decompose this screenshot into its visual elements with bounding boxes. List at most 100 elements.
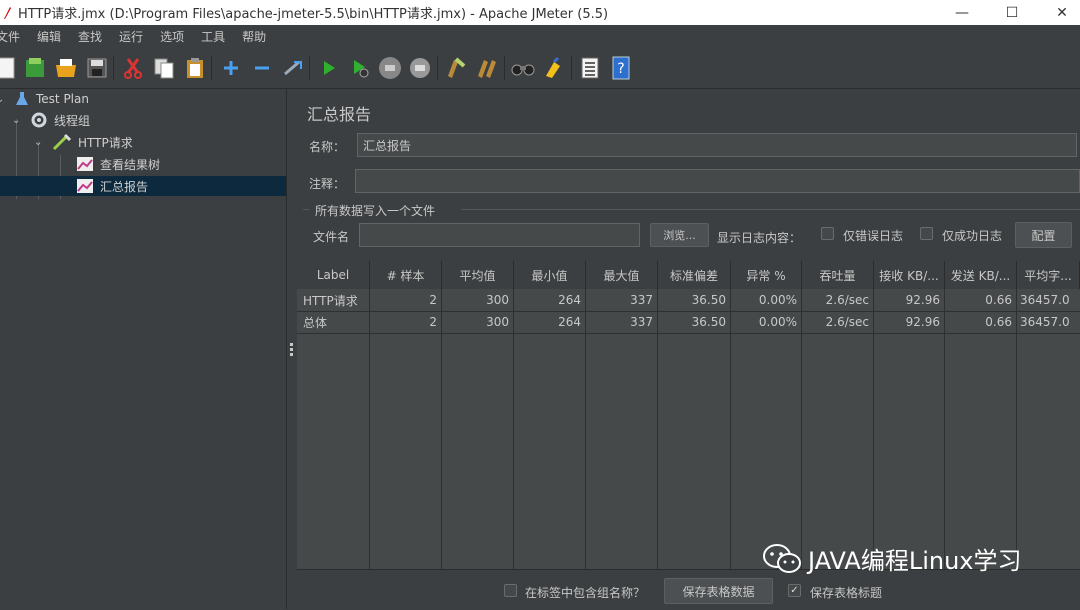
title-bar: HTTP请求.jmx (D:\Program Files\apache-jmet… <box>0 0 1080 25</box>
minimize-button[interactable]: — <box>939 0 985 25</box>
clear-icon[interactable] <box>444 56 468 80</box>
column-header-label[interactable]: Label <box>297 261 370 289</box>
gear-icon <box>31 112 47 128</box>
watermark: JAVA编程Linux学习 <box>762 541 1022 576</box>
paste-icon[interactable] <box>183 56 207 80</box>
divider-grip-dot <box>290 353 293 356</box>
log-content-label: 显示日志内容： <box>717 231 802 245</box>
browse-button[interactable]: 浏览... <box>650 223 709 247</box>
table-cell: 36.50 <box>691 315 726 329</box>
comment-field[interactable] <box>355 169 1080 193</box>
column-header-error-pct[interactable]: 异常 % <box>731 261 802 289</box>
check-icon: ✓ <box>790 585 799 596</box>
menu-tools[interactable]: 工具 <box>201 28 225 45</box>
comment-label: 注释： <box>309 177 346 191</box>
graph-icon <box>77 179 93 193</box>
save-table-header-label: 保存表格标题 <box>810 586 883 600</box>
panel-title: 汇总报告 <box>307 105 372 124</box>
tree-item-label: Test Plan <box>36 92 89 106</box>
new-icon[interactable] <box>0 56 18 80</box>
stop-icon[interactable] <box>378 56 402 80</box>
configure-button[interactable]: 配置 <box>1015 222 1072 248</box>
menu-search[interactable]: 查找 <box>78 28 102 45</box>
table-cell: 264 <box>558 293 581 307</box>
save-table-data-button[interactable]: 保存表格数据 <box>664 578 773 604</box>
table-cell: 0.00% <box>758 293 797 307</box>
menu-help[interactable]: 帮助 <box>242 28 266 45</box>
templates-icon[interactable] <box>23 56 47 80</box>
results-table: Label # 样本 平均值 最小值 最大值 标准偏差 异常 % 吞吐量 接收 … <box>297 261 1080 569</box>
table-cell: 264 <box>558 315 581 329</box>
column-header-avg-bytes[interactable]: 平均字... <box>1017 261 1080 289</box>
tree-item-test-plan[interactable]: ⌄ Test Plan <box>0 89 89 109</box>
open-icon[interactable] <box>54 56 78 80</box>
save-table-header-checkbox[interactable]: ✓ <box>788 584 801 597</box>
start-icon[interactable] <box>317 56 341 80</box>
menu-bar: 文件 编辑 查找 运行 选项 工具 帮助 <box>0 25 1080 49</box>
shutdown-icon[interactable] <box>408 56 432 80</box>
column-header-samples[interactable]: # 样本 <box>370 261 442 289</box>
menu-edit[interactable]: 编辑 <box>37 28 61 45</box>
svg-text:?: ? <box>617 61 624 77</box>
name-label: 名称： <box>309 140 346 154</box>
function-helper-icon[interactable] <box>578 56 602 80</box>
table-cell: 总体 <box>303 315 328 330</box>
search-icon[interactable] <box>511 56 535 80</box>
expand-icon[interactable] <box>219 56 243 80</box>
column-header-min[interactable]: 最小值 <box>514 261 586 289</box>
clear-all-icon[interactable] <box>475 56 499 80</box>
menu-file[interactable]: 文件 <box>0 28 20 45</box>
filename-label: 文件名 <box>313 230 350 244</box>
include-group-name-label: 在标签中包含组名称？ <box>525 586 646 600</box>
table-cell: 36.50 <box>691 293 726 307</box>
toggle-icon[interactable] <box>281 56 305 80</box>
test-plan-tree: ⌄ Test Plan ⌄ 线程组 ⌄ HTTP请求 查看结果树 汇总报告 <box>0 89 286 609</box>
flask-icon <box>16 92 28 105</box>
tree-item-summary-report[interactable]: 汇总报告 <box>0 176 286 196</box>
copy-icon[interactable] <box>152 56 176 80</box>
tree-item-label: 汇总报告 <box>100 179 149 194</box>
column-header-average[interactable]: 平均值 <box>442 261 514 289</box>
table-cell: 0.00% <box>758 315 797 329</box>
summary-report-panel: 汇总报告 名称： 汇总报告 注释： 所有数据写入一个文件 文件名 浏览... 显… <box>297 89 1080 610</box>
menu-run[interactable]: 运行 <box>119 28 143 45</box>
reset-search-icon[interactable] <box>542 56 566 80</box>
table-cell: 92.96 <box>905 315 940 329</box>
tree-item-http-request[interactable]: ⌄ HTTP请求 <box>34 132 133 152</box>
divider-grip-dot <box>290 343 293 346</box>
column-header-sent-kb[interactable]: 发送 KB/... <box>945 261 1017 289</box>
filename-field[interactable] <box>359 223 640 247</box>
tree-item-label: HTTP请求 <box>78 135 133 150</box>
column-header-max[interactable]: 最大值 <box>586 261 658 289</box>
column-header-std-dev[interactable]: 标准偏差 <box>658 261 731 289</box>
errors-only-checkbox[interactable] <box>821 227 834 240</box>
table-cell: 300 <box>486 315 509 329</box>
errors-only-label: 仅错误日志 <box>843 229 904 243</box>
table-cell: 36457.0 <box>1020 293 1070 307</box>
cut-icon[interactable] <box>121 56 145 80</box>
save-icon[interactable] <box>85 56 109 80</box>
chevron-down-icon[interactable]: ⌄ <box>12 115 24 126</box>
table-cell: 2 <box>429 293 437 307</box>
tree-item-label: 查看结果树 <box>100 157 161 172</box>
table-cell: 2.6/sec <box>825 293 869 307</box>
table-cell: 92.96 <box>905 293 940 307</box>
name-field[interactable]: 汇总报告 <box>357 133 1077 157</box>
close-button[interactable]: ✕ <box>1039 0 1080 25</box>
menu-options[interactable]: 选项 <box>160 28 184 45</box>
help-icon[interactable]: ? <box>609 56 633 80</box>
success-only-label: 仅成功日志 <box>942 229 1003 243</box>
table-cell: 0.66 <box>985 315 1012 329</box>
include-group-name-checkbox[interactable] <box>504 584 517 597</box>
tree-item-thread-group[interactable]: ⌄ 线程组 <box>12 110 90 130</box>
start-no-pause-icon[interactable] <box>348 56 372 80</box>
column-header-throughput[interactable]: 吞吐量 <box>802 261 874 289</box>
chevron-down-icon[interactable]: ⌄ <box>0 94 8 105</box>
graph-icon <box>77 157 93 171</box>
tree-item-view-results-tree[interactable]: 查看结果树 <box>76 154 160 174</box>
maximize-button[interactable]: ☐ <box>989 0 1035 25</box>
chevron-down-icon[interactable]: ⌄ <box>34 137 46 148</box>
collapse-icon[interactable] <box>250 56 274 80</box>
column-header-received-kb[interactable]: 接收 KB/... <box>874 261 945 289</box>
success-only-checkbox[interactable] <box>920 227 933 240</box>
